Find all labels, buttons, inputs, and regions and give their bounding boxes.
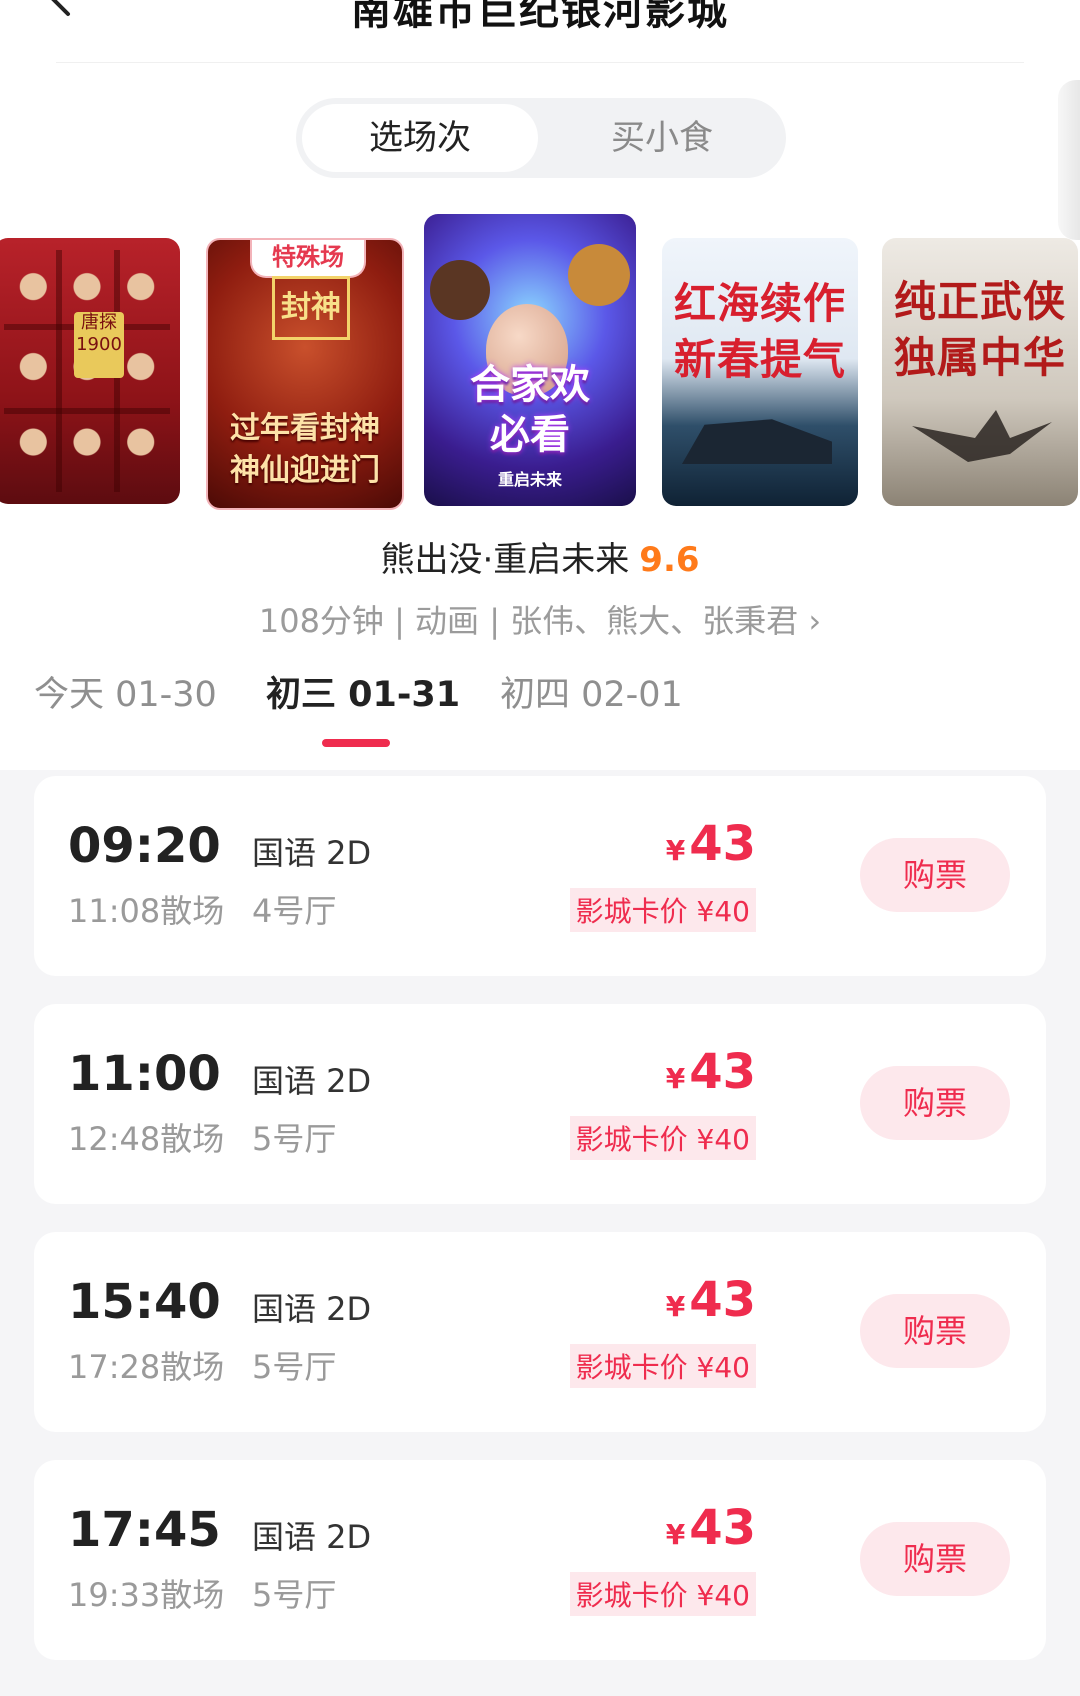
member-card-price: 影城卡价 ¥40 bbox=[569, 1344, 756, 1388]
movie-meta-link[interactable]: 108分钟 | 动画 | 张伟、熊大、张秉君 › bbox=[0, 596, 1080, 642]
poster-1-badge: 唐探1900 bbox=[74, 312, 124, 378]
price: ¥43 bbox=[666, 816, 756, 872]
buy-ticket-button[interactable]: 购票 bbox=[860, 838, 1010, 912]
poster-4[interactable]: 红海续作 新春提气 bbox=[662, 238, 858, 506]
date-tab-selected[interactable]: 初三 01-31 bbox=[266, 666, 460, 717]
showtime-card[interactable]: 15:40 17:28散场 国语 2D 5号厅 ¥43 影城卡价 ¥40 购票 bbox=[34, 1232, 1046, 1432]
poster-4-ship bbox=[682, 419, 832, 464]
poster-3-bear-right bbox=[568, 244, 630, 306]
special-screening-badge: 特殊场 bbox=[250, 240, 366, 278]
page-title: 南雄市巨纪银河影城 bbox=[351, 0, 729, 34]
language-format: 国语 2D bbox=[252, 834, 372, 872]
date-tab-today[interactable]: 今天 01-30 bbox=[34, 666, 217, 717]
member-card-price: 影城卡价 ¥40 bbox=[569, 1572, 756, 1616]
price: ¥43 bbox=[666, 1044, 756, 1100]
language-format: 国语 2D bbox=[252, 1062, 372, 1100]
language-format: 国语 2D bbox=[252, 1518, 372, 1556]
price-value: 43 bbox=[689, 1044, 756, 1100]
end-time: 12:48散场 bbox=[68, 1120, 225, 1158]
poster-3-bear-left bbox=[430, 260, 490, 320]
tab-buy-snacks[interactable]: 买小食 bbox=[544, 104, 780, 172]
hall-name: 5号厅 bbox=[252, 1348, 337, 1386]
date-tab-next[interactable]: 初四 02-01 bbox=[500, 666, 683, 717]
movie-score: 9.6 bbox=[639, 540, 700, 580]
showtime-card[interactable]: 17:45 19:33散场 国语 2D 5号厅 ¥43 影城卡价 ¥40 购票 bbox=[34, 1460, 1046, 1660]
end-time: 19:33散场 bbox=[68, 1576, 225, 1614]
end-time: 17:28散场 bbox=[68, 1348, 225, 1386]
language-format: 国语 2D bbox=[252, 1290, 372, 1328]
poster-3-selected[interactable]: 合家欢 必看 重启未来 bbox=[424, 214, 636, 506]
price-value: 43 bbox=[689, 1500, 756, 1556]
movie-title: 熊出没·重启未来 bbox=[380, 540, 630, 580]
start-time: 15:40 bbox=[68, 1274, 221, 1330]
buy-ticket-button[interactable]: 购票 bbox=[860, 1066, 1010, 1140]
hall-name: 5号厅 bbox=[252, 1576, 337, 1614]
price-value: 43 bbox=[689, 1272, 756, 1328]
poster-2-seal: 封神 bbox=[272, 276, 350, 340]
start-time: 11:00 bbox=[68, 1046, 221, 1102]
poster-2-text: 过年看封神 神仙迎进门 bbox=[230, 411, 380, 488]
header-divider bbox=[56, 62, 1024, 63]
poster-2[interactable]: 特殊场 封神 过年看封神 神仙迎进门 bbox=[206, 238, 404, 510]
buy-ticket-button[interactable]: 购票 bbox=[860, 1294, 1010, 1368]
side-panel-edge bbox=[1058, 80, 1080, 240]
member-card-price: 影城卡价 ¥40 bbox=[569, 1116, 756, 1160]
hall-name: 5号厅 bbox=[252, 1120, 337, 1158]
poster-4-text: 红海续作 新春提气 bbox=[673, 279, 846, 384]
segment-control: 选场次 买小食 bbox=[296, 98, 786, 178]
movie-title-row: 熊出没·重启未来 9.6 bbox=[0, 532, 1080, 581]
price: ¥43 bbox=[666, 1500, 756, 1556]
currency-symbol: ¥ bbox=[665, 1290, 686, 1323]
currency-symbol: ¥ bbox=[665, 834, 686, 867]
poster-5-text: 纯正武侠 独属中华 bbox=[893, 277, 1066, 382]
buy-ticket-button[interactable]: 购票 bbox=[860, 1522, 1010, 1596]
currency-symbol: ¥ bbox=[665, 1518, 686, 1551]
tab-select-showtime[interactable]: 选场次 bbox=[302, 104, 538, 172]
price-value: 43 bbox=[689, 816, 756, 872]
poster-1[interactable]: 唐探1900 bbox=[0, 238, 180, 504]
poster-3-subtitle: 重启未来 bbox=[497, 470, 562, 489]
hall-name: 4号厅 bbox=[252, 892, 337, 930]
showtime-card[interactable]: 09:20 11:08散场 国语 2D 4号厅 ¥43 影城卡价 ¥40 购票 bbox=[34, 776, 1046, 976]
start-time: 09:20 bbox=[68, 818, 221, 874]
poster-5[interactable]: 纯正武侠 独属中华 bbox=[882, 238, 1078, 506]
poster-3-text: 合家欢 必看 bbox=[470, 362, 590, 458]
date-tab-indicator bbox=[322, 739, 390, 747]
poster-5-eagle bbox=[912, 410, 1052, 462]
member-card-price: 影城卡价 ¥40 bbox=[569, 888, 756, 932]
price: ¥43 bbox=[666, 1272, 756, 1328]
start-time: 17:45 bbox=[68, 1502, 221, 1558]
currency-symbol: ¥ bbox=[665, 1062, 686, 1095]
end-time: 11:08散场 bbox=[68, 892, 225, 930]
showtime-card[interactable]: 11:00 12:48散场 国语 2D 5号厅 ¥43 影城卡价 ¥40 购票 bbox=[34, 1004, 1046, 1204]
